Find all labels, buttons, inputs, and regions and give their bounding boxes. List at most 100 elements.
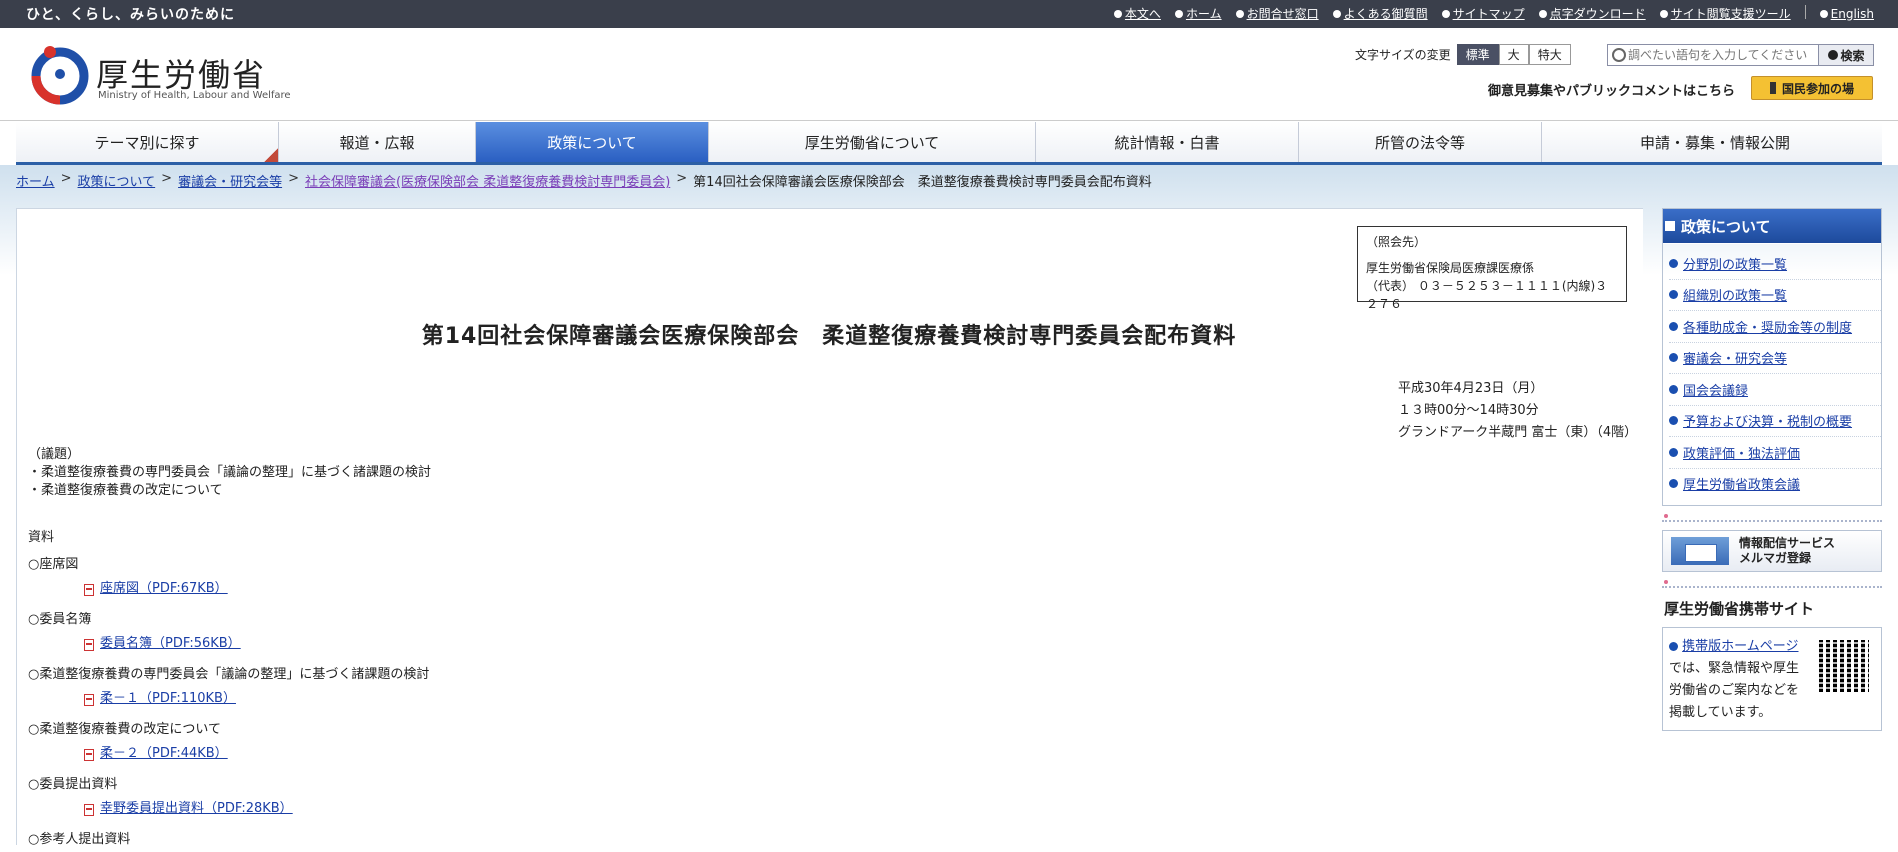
sidebar-item[interactable]: 政策評価・独法評価 [1669, 437, 1881, 469]
material-file: 委員名簿（PDF:56KB） [28, 632, 429, 663]
bullet-icon [1819, 9, 1828, 18]
mhlw-logo-icon[interactable] [26, 40, 96, 106]
meeting-info: 平成30年4月23日（月） １３時00分～14時30分 グランドアーク半蔵門 富… [1398, 378, 1637, 444]
search-icon [1612, 48, 1626, 62]
logo-subtitle: Ministry of Health, Labour and Welfare [98, 90, 291, 101]
breadcrumb-policy[interactable]: 政策について [78, 171, 156, 190]
util-link-sitemap[interactable]: サイトマップ [1441, 5, 1525, 22]
material-section-title: ○参考人提出資料 [28, 832, 131, 847]
materials-list: 資料 ○座席図 座席図（PDF:67KB） ○委員名簿 委員名簿（PDF:56K… [28, 526, 429, 852]
mail-banner-line2: メルマガ登録 [1739, 551, 1812, 565]
circle-arrow-icon [1669, 290, 1678, 300]
bullet-icon [1441, 9, 1450, 18]
material-file: 柔－２（PDF:44KB） [28, 742, 429, 773]
util-link-faq[interactable]: よくある御質問 [1332, 5, 1428, 22]
nav-theme[interactable]: テーマ別に探す [16, 122, 279, 162]
sidebar-item[interactable]: 審議会・研究会等 [1669, 343, 1881, 374]
home-icon [1174, 9, 1183, 18]
divider [1662, 580, 1882, 588]
contact-dept: 厚生労働省保険局医療課医療係 [1366, 261, 1535, 275]
circle-arrow-icon [1669, 642, 1678, 651]
pdf-icon [84, 639, 94, 651]
circle-arrow-icon [1669, 447, 1678, 457]
circle-arrow-icon [1669, 384, 1678, 394]
sidebar-item[interactable]: 各種助成金・奨励金等の制度 [1669, 311, 1881, 343]
font-size-large-button[interactable]: 大 [1498, 44, 1529, 65]
pdf-icon [84, 584, 94, 596]
chevron-right-icon: > [676, 171, 688, 186]
breadcrumb-home[interactable]: ホーム [16, 171, 55, 190]
agenda-item: ・柔道整復療養費の改定について [28, 483, 223, 498]
font-size-control: 文字サイズの変更 標準 大 特大 [1355, 44, 1571, 65]
breadcrumb-committee[interactable]: 社会保障審議会(医療保険部会 柔道整復療養費検討専門委員会) [305, 171, 670, 190]
material-file: 座席図（PDF:67KB） [28, 577, 429, 608]
util-link-home[interactable]: ホーム [1174, 5, 1222, 22]
material-section-title: ○委員提出資料 [28, 777, 118, 792]
circle-arrow-icon [1669, 258, 1678, 268]
envelope-icon [1671, 537, 1729, 565]
util-link-braille[interactable]: 点字ダウンロード [1538, 5, 1646, 22]
bullet-icon [1538, 9, 1547, 18]
search-button[interactable]: 検索 [1818, 45, 1873, 65]
mail-banner-line1: 情報配信サービス [1739, 536, 1836, 550]
material-section-title: ○座席図 [28, 557, 79, 572]
util-link-english[interactable]: English [1819, 5, 1874, 22]
sidebar-list: 分野別の政策一覧 組織別の政策一覧 各種助成金・奨励金等の制度 審議会・研究会等… [1663, 244, 1881, 505]
util-link-skip[interactable]: 本文へ [1113, 5, 1161, 22]
qr-code-icon [1819, 640, 1869, 692]
mobile-site-box: 携帯版ホームページでは、緊急情報や厚生労働省のご案内などを掲載しています。 [1662, 627, 1882, 731]
bullet-icon [1332, 9, 1341, 18]
sidebar-item[interactable]: 厚生労働省政策会議 [1669, 469, 1881, 500]
material-file-link[interactable]: 幸野委員提出資料（PDF:28KB） [100, 797, 293, 821]
material-file: 幸野委員提出資料（PDF:28KB） [28, 797, 429, 828]
material-file-link[interactable]: 座席図（PDF:67KB） [100, 577, 228, 601]
sidebar-item[interactable]: 予算および決算・税制の概要 [1669, 406, 1881, 437]
bullet-icon [1113, 9, 1122, 18]
agenda-heading: （議題） [28, 447, 81, 462]
search-input[interactable] [1608, 45, 1819, 65]
sidebar-item[interactable]: 分野別の政策一覧 [1669, 248, 1881, 280]
material-file-link[interactable]: 委員名簿（PDF:56KB） [100, 632, 241, 656]
sidebar: 政策について 分野別の政策一覧 組織別の政策一覧 各種助成金・奨励金等の制度 審… [1662, 208, 1882, 731]
material-file-link[interactable]: 柔－１（PDF:110KB） [100, 687, 236, 711]
participate-button[interactable]: 国民参加の場 [1751, 76, 1873, 100]
bullet-icon [1659, 9, 1668, 18]
mail-magazine-banner[interactable]: 情報配信サービス メルマガ登録 [1662, 530, 1882, 572]
font-size-standard-button[interactable]: 標準 [1456, 44, 1499, 65]
font-size-xlarge-button[interactable]: 特大 [1528, 44, 1571, 65]
sidebar-item[interactable]: 組織別の政策一覧 [1669, 280, 1881, 311]
marker-icon [1769, 82, 1776, 94]
material-section-title: ○委員名簿 [28, 612, 92, 627]
divider [1804, 5, 1806, 19]
mobile-site-text: 携帯版ホームページでは、緊急情報や厚生労働省のご案内などを掲載しています。 [1669, 639, 1800, 720]
chevron-right-icon: > [288, 171, 299, 186]
material-file-link[interactable]: 柔－２（PDF:44KB） [100, 742, 228, 766]
sidebar-heading: 政策について [1663, 209, 1881, 244]
mobile-site-link[interactable]: 携帯版ホームページ [1682, 639, 1798, 654]
breadcrumb-councils[interactable]: 審議会・研究会等 [178, 171, 282, 190]
divider [1662, 514, 1882, 522]
nav-press[interactable]: 報道・広報 [279, 122, 476, 162]
search-box: 検索 [1607, 44, 1874, 66]
circle-arrow-icon [1669, 479, 1678, 489]
nav-applications[interactable]: 申請・募集・情報公開 [1542, 122, 1888, 162]
nav-about[interactable]: 厚生労働省について [709, 122, 1036, 162]
material-section-title: ○柔道整復療養費の改定について [28, 722, 221, 737]
sidebar-item[interactable]: 国会会議録 [1669, 374, 1881, 406]
nav-statistics[interactable]: 統計情報・白書 [1036, 122, 1299, 162]
pdf-icon [84, 749, 94, 761]
opinion-text: 御意見募集やパブリックコメントはこちら [1488, 84, 1736, 99]
policy-menu: 政策について 分野別の政策一覧 組織別の政策一覧 各種助成金・奨励金等の制度 審… [1662, 208, 1882, 506]
contact-heading: （照会先） [1366, 235, 1427, 249]
materials-heading: 資料 [28, 530, 55, 545]
util-link-contact[interactable]: お問合せ窓口 [1235, 5, 1319, 22]
utility-bar: ひと、くらし、みらいのために 本文へ ホーム お問合せ窓口 よくある御質問 サイ… [0, 0, 1898, 28]
circle-arrow-icon [1669, 416, 1678, 426]
breadcrumb: ホーム > 政策について > 審議会・研究会等 > 社会保障審議会(医療保険部会 柔道… [16, 171, 1152, 190]
mail-icon [1235, 9, 1244, 18]
util-link-accessibility[interactable]: サイト閲覧支援ツール [1659, 5, 1791, 22]
nav-laws[interactable]: 所管の法令等 [1299, 122, 1542, 162]
nav-policy[interactable]: 政策について [476, 122, 709, 162]
chevron-right-icon: > [161, 171, 173, 186]
contact-box: （照会先） 厚生労働省保険局医療課医療係 （代表） ０３－５２５３－１１１１(内… [1357, 226, 1627, 311]
